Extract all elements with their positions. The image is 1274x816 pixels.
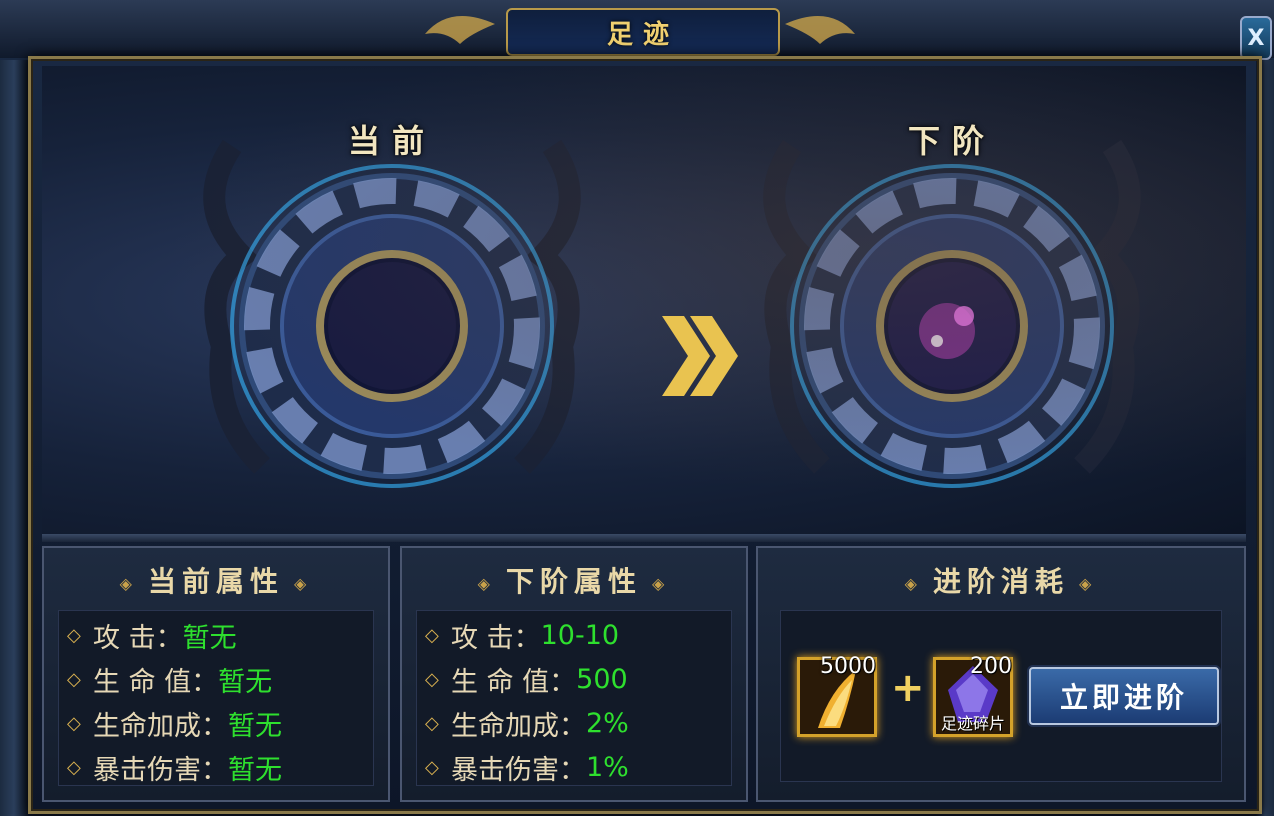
stat-value: 500 [576, 663, 628, 695]
stat-value: 暂无 [228, 754, 282, 786]
window-title-plate: 足迹 [506, 8, 780, 56]
advance-arrow-icon [662, 316, 738, 396]
dragon-ornament-right-icon [785, 16, 855, 44]
stat-label: 暴击伤害： [451, 754, 586, 786]
next-attributes-panel: ◈ 下阶属性 ◈ ◇ 攻 击： 10-10 ◇ 生 命 值： 500 ◇ 生命加成： 2% ◇ 暴… [400, 546, 748, 802]
cost-area: 5000 + 200 足迹碎片 立即进阶 [780, 610, 1222, 782]
next-stage-label: 下阶 [907, 122, 996, 160]
window-title: 足迹 [606, 19, 679, 50]
diamond-icon: ◈ [477, 573, 496, 593]
diamond-icon: ◈ [904, 573, 923, 593]
diamond-bullet-icon: ◇ [425, 712, 439, 734]
advance-now-button[interactable]: 立即进阶 [1029, 667, 1219, 725]
next-attributes-title: 下阶属性 [505, 565, 642, 598]
stat-row: ◇ 生命加成： 暂无 [67, 703, 282, 743]
diamond-icon: ◈ [1079, 573, 1098, 593]
stat-list: ◇ 攻 击： 暂无 ◇ 生 命 值： 暂无 ◇ 生命加成： 暂无 ◇ 暴击伤害： 暂无 [58, 610, 374, 786]
panel-header: ◈ 当前属性 ◈ [44, 560, 388, 600]
current-attributes-panel: ◈ 当前属性 ◈ ◇ 攻 击： 暂无 ◇ 生 命 值： 暂无 ◇ 生命加成： 暂无 ◇ 暴击伤害：… [42, 546, 390, 802]
diamond-icon: ◈ [652, 573, 671, 593]
panel-header: ◈ 下阶属性 ◈ [402, 560, 746, 600]
game-window: 足迹 X 当前 下阶 ◈ 当前属性 ◈ ◇ 攻 击： 暂无 ◇ 生 命 值： 暂… [0, 0, 1274, 816]
stat-value: 2% [586, 707, 629, 739]
left-frame-rail [0, 60, 28, 816]
current-stage-label: 当前 [347, 122, 436, 160]
plus-icon: + [891, 665, 925, 711]
current-attributes-title: 当前属性 [147, 565, 284, 598]
close-button[interactable]: X [1240, 16, 1272, 60]
stat-row: ◇ 暴击伤害： 暂无 [67, 747, 282, 787]
advance-cost-panel: ◈ 进阶消耗 ◈ 5000 + 200 足迹碎片 立即进阶 [756, 546, 1246, 802]
dragon-ornament-left-icon [425, 16, 495, 44]
diamond-icon: ◈ [119, 573, 138, 593]
stat-value: 10-10 [540, 619, 620, 651]
stat-row: ◇ 暴击伤害： 1% [425, 747, 629, 787]
stat-row: ◇ 攻 击： 暂无 [67, 615, 237, 655]
stat-value: 暂无 [182, 622, 237, 654]
stat-label: 生命加成： [451, 710, 586, 742]
cost-item-count: 5000 [820, 654, 876, 679]
stat-label: 暴击伤害： [93, 754, 228, 786]
section-divider [42, 534, 1246, 542]
stat-label: 生 命 值： [451, 666, 577, 698]
cost-item-name: 足迹碎片 [940, 714, 1005, 733]
diamond-icon: ◈ [294, 573, 313, 593]
stat-row: ◇ 攻 击： 10-10 [425, 615, 619, 655]
diamond-bullet-icon: ◇ [67, 756, 81, 778]
cost-item-slot[interactable]: 200 足迹碎片 [933, 654, 1013, 737]
advance-cost-title: 进阶消耗 [932, 565, 1069, 598]
next-stage-ring: 下阶 [732, 86, 1172, 526]
stat-list: ◇ 攻 击： 10-10 ◇ 生 命 值： 500 ◇ 生命加成： 2% ◇ 暴击伤害： 1% [416, 610, 732, 786]
diamond-bullet-icon: ◇ [425, 756, 439, 778]
panel-header: ◈ 进阶消耗 ◈ [758, 560, 1244, 600]
footprint-preview-scene: 当前 下阶 [42, 66, 1246, 534]
stat-row: ◇ 生 命 值： 500 [425, 659, 628, 699]
current-stage-ring: 当前 [172, 86, 612, 526]
stat-label: 攻 击： [451, 622, 541, 654]
diamond-bullet-icon: ◇ [425, 668, 439, 690]
diamond-bullet-icon: ◇ [425, 624, 439, 646]
diamond-bullet-icon: ◇ [67, 624, 81, 646]
stat-value: 暂无 [218, 666, 273, 698]
stat-value: 暂无 [228, 710, 282, 742]
stat-row: ◇ 生命加成： 2% [425, 703, 629, 743]
stat-label: 生 命 值： [93, 666, 219, 698]
cost-item-count: 200 [970, 654, 1012, 679]
diamond-bullet-icon: ◇ [67, 668, 81, 690]
stat-label: 攻 击： [93, 622, 183, 654]
diamond-bullet-icon: ◇ [67, 712, 81, 734]
stat-row: ◇ 生 命 值： 暂无 [67, 659, 272, 699]
stat-value: 1% [586, 751, 629, 783]
cost-item-slot[interactable]: 5000 [797, 654, 877, 737]
stat-label: 生命加成： [93, 710, 228, 742]
